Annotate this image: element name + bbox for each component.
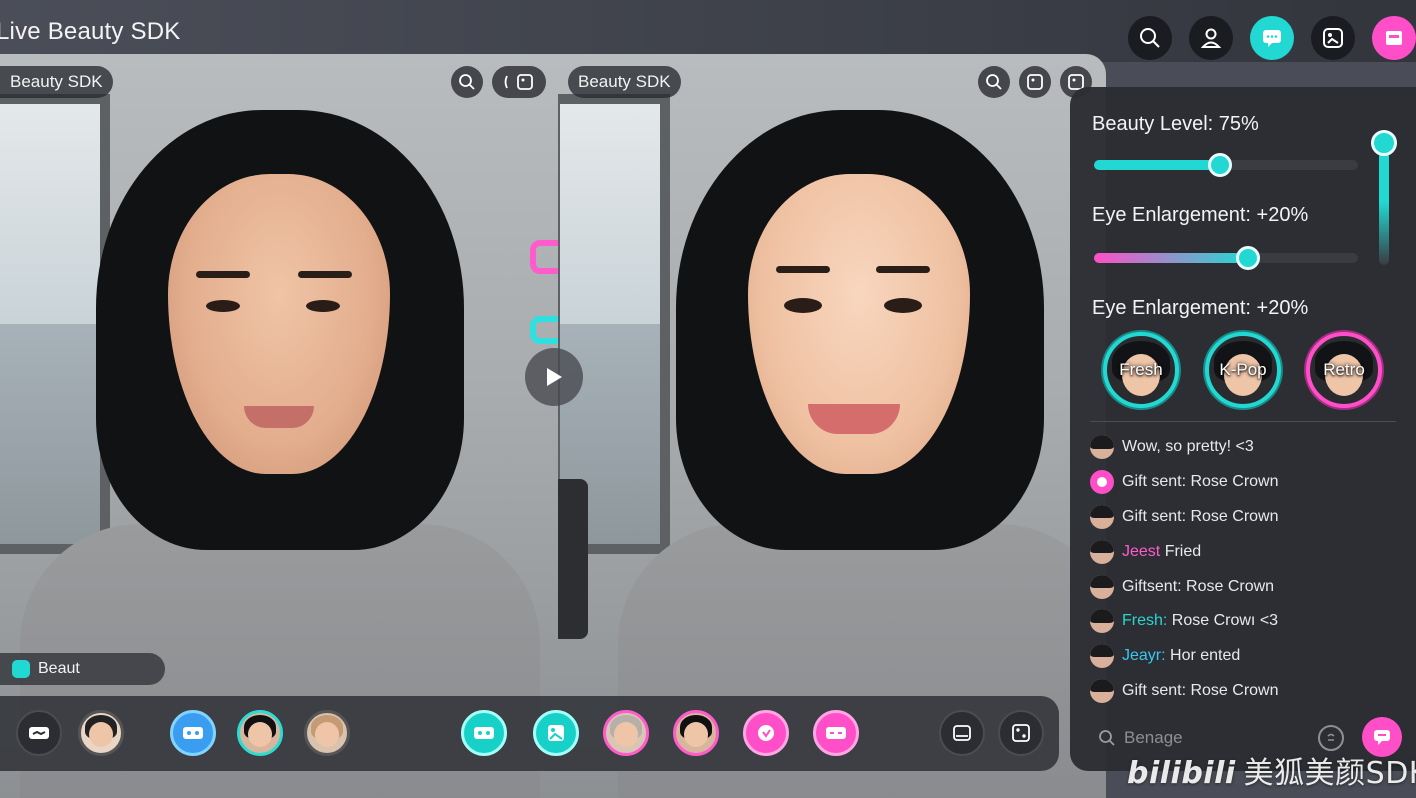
mask-icon[interactable] (170, 710, 216, 756)
eye-enlargement-label: Eye Enlargement: +20% (1092, 204, 1309, 226)
gift-icon (1090, 470, 1114, 495)
filter-avatar-3[interactable] (304, 710, 350, 756)
avatar (1090, 678, 1114, 703)
streamer-after (558, 54, 1106, 798)
presets-title: Eye Enlargement: +20% (1092, 297, 1309, 319)
mask-icon[interactable] (461, 710, 507, 756)
eye-enlargement-slider[interactable] (1094, 246, 1358, 270)
beauty-tag-icon (12, 660, 30, 678)
watermark: bilibili 美狐美颜SDK (1127, 748, 1416, 792)
chat-icon[interactable] (1250, 16, 1294, 60)
zoom-icon[interactable] (978, 66, 1010, 98)
mask-icon[interactable] (813, 710, 859, 756)
filter-avatar-5[interactable] (673, 710, 719, 756)
slider-fill (1094, 160, 1226, 170)
preset-fresh[interactable]: Fresh (1103, 332, 1179, 408)
slider-handle[interactable] (1208, 153, 1232, 177)
bilibili-logo: bilibili (1127, 756, 1236, 791)
avatar (1090, 435, 1114, 460)
video-pane-after: Beauty SDK (558, 54, 1106, 798)
vertical-slider[interactable] (1379, 139, 1389, 265)
top-toolbar (1128, 16, 1416, 60)
effects-toolbar (0, 696, 1059, 771)
chat-text: Rose Crowı <3 (1167, 612, 1279, 630)
filter-avatar-4[interactable] (603, 710, 649, 756)
app-title: Live Beauty SDK (0, 18, 181, 45)
search-icon[interactable] (1128, 16, 1172, 60)
frame-icon[interactable] (533, 710, 579, 756)
chat-message: Gift sent: Rose Crown (1090, 674, 1400, 709)
filter-avatar-2[interactable] (237, 710, 283, 756)
avatar (1090, 539, 1114, 564)
beauty-mode-tag[interactable]: Beaut (0, 653, 165, 685)
chat-username[interactable]: Fresh: (1122, 612, 1167, 629)
chat-username[interactable]: Jeest (1122, 543, 1160, 560)
screen-icon[interactable] (939, 710, 985, 756)
chat-text: Gift sent: Rose Crown (1122, 681, 1279, 699)
frame-icon[interactable] (492, 66, 546, 98)
preset-label: Fresh (1119, 360, 1163, 379)
user-icon[interactable] (1189, 16, 1233, 60)
filter-avatar-1[interactable] (78, 710, 124, 756)
pane-label: Beauty SDK (0, 66, 113, 98)
capture-icon[interactable] (998, 710, 1044, 756)
chat-message: Gift sent: Rose Crown (1090, 500, 1400, 535)
video-pane-before: Beauty SDK (0, 54, 558, 798)
preset-retro[interactable]: Retro (1306, 332, 1382, 408)
chat-message: Gift sent: Rose Crown (1090, 465, 1400, 500)
gift-icon[interactable] (1372, 16, 1416, 60)
chat-text: Fried (1160, 542, 1202, 560)
divider (1090, 421, 1396, 422)
compare-play-button[interactable] (525, 348, 583, 406)
beauty-tag-label: Beaut (38, 660, 80, 677)
chat-feed: Wow, so pretty! <3 Gift sent: Rose Crown… (1090, 430, 1400, 708)
zoom-icon[interactable] (451, 66, 483, 98)
top-bar: Live Beauty SDK (0, 0, 1416, 62)
scan-icon[interactable] (1311, 16, 1355, 60)
chat-text: Gift sent: Rose Crown (1122, 507, 1279, 525)
avatar (1090, 644, 1114, 669)
beauty-settings-panel: Beauty Level: 75% Eye Enlargement: +20% … (1070, 87, 1416, 771)
chat-message: Jeayr: Hor ented (1090, 639, 1400, 674)
chat-message: Giftsent: Rose Crown (1090, 569, 1400, 604)
avatar (1090, 609, 1114, 634)
pane-label: Beauty SDK (568, 66, 681, 98)
beauty-level-slider[interactable] (1094, 153, 1358, 177)
preset-label: K-Pop (1219, 360, 1267, 379)
avatar (1090, 574, 1114, 599)
chat-username[interactable]: Jeayr: (1122, 647, 1166, 664)
chat-message: Jeest Fried (1090, 534, 1400, 569)
chat-message: Wow, so pretty! <3 (1090, 430, 1400, 465)
chat-text: Gift sent: Rose Crown (1122, 473, 1279, 491)
chat-text: Giftsent: Rose Crown (1122, 577, 1275, 595)
chat-text: Wow, so pretty! <3 (1122, 438, 1254, 456)
beauty-level-label: Beauty Level: 75% (1092, 113, 1259, 135)
capture-icon[interactable] (1019, 66, 1051, 98)
preset-kpop[interactable]: K-Pop (1205, 332, 1281, 408)
sticker-icon[interactable] (743, 710, 789, 756)
vertical-slider-handle[interactable] (1371, 130, 1397, 156)
streamer-before (0, 54, 558, 798)
chat-message: Fresh: Rose Crowı <3 (1090, 604, 1400, 639)
chat-input[interactable] (1124, 728, 1304, 748)
chat-text: Hor ented (1165, 647, 1241, 665)
slider-fill (1094, 253, 1248, 263)
watermark-text: 美狐美颜SDK (1243, 756, 1416, 791)
avatar (1090, 504, 1114, 529)
adjust-icon[interactable] (16, 710, 62, 756)
search-icon (1099, 730, 1115, 746)
slider-handle[interactable] (1236, 246, 1260, 270)
preset-label: Retro (1323, 360, 1365, 379)
